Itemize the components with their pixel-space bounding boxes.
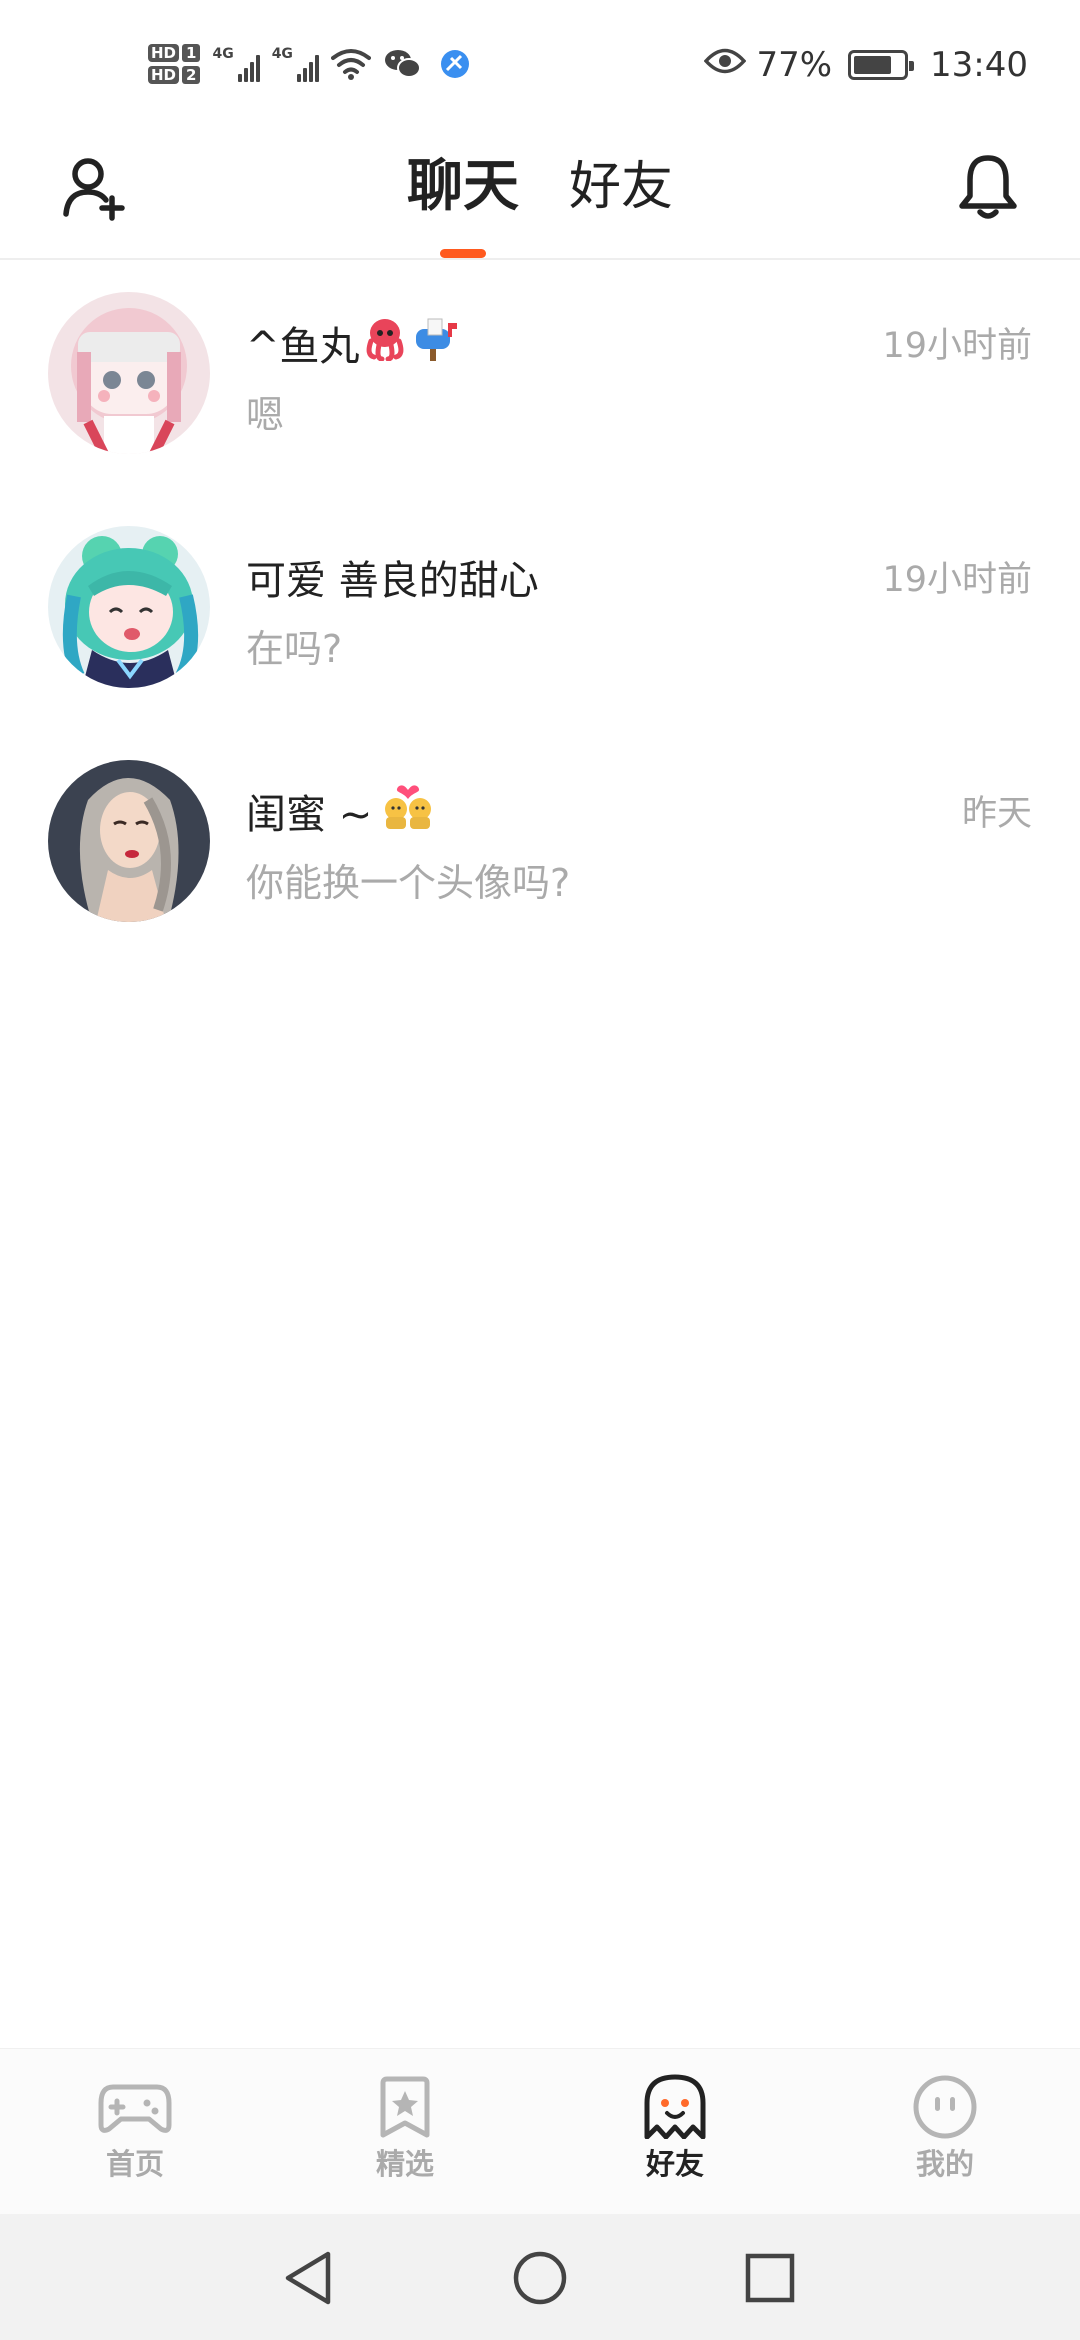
notification-button[interactable]	[952, 150, 1024, 222]
home-icon	[513, 2251, 567, 2305]
status-right: 77% 13:40	[704, 40, 1028, 90]
nav-label-me: 我的	[915, 2147, 974, 2181]
chat-preview: 在吗?	[246, 627, 343, 671]
recents-button[interactable]	[738, 2246, 802, 2310]
signal-icon: 4G	[212, 46, 260, 82]
smiley-icon	[913, 2075, 977, 2139]
chat-time: 19小时前	[882, 560, 1032, 600]
chat-time: 昨天	[961, 794, 1032, 834]
nav-label-home: 首页	[105, 2147, 164, 2181]
back-button[interactable]	[278, 2246, 342, 2310]
gamepad-icon	[98, 2084, 172, 2133]
hd-row-1: HD 1	[148, 44, 201, 62]
status-left: HD 1 HD 2 4G 4G	[148, 34, 475, 94]
status-bar: HD 1 HD 2 4G 4G 77% 13:40	[0, 0, 1080, 130]
active-tab-indicator	[439, 249, 486, 258]
hd-indicators: HD 1 HD 2	[148, 44, 201, 84]
battery-percent: 77%	[756, 45, 833, 85]
chat-list-item[interactable]: 闺蜜 ~ 你能换一个头像吗? 昨天	[0, 730, 1080, 964]
avatar[interactable]	[48, 526, 210, 688]
signal-icon: 4G	[272, 46, 319, 82]
avatar[interactable]	[48, 760, 210, 922]
chat-name: 可爱 善良的甜心	[246, 548, 539, 606]
chat-name-text: ^鱼丸	[246, 324, 360, 370]
chat-list-item[interactable]: ^鱼丸 嗯 19小时前	[0, 262, 1080, 496]
avatar[interactable]	[48, 292, 210, 454]
network-label: 4G	[212, 46, 234, 62]
screen: HD 1 HD 2 4G 4G 77% 13:40 聊天 好友 ^鱼丸 嗯 19…	[0, 0, 1080, 2340]
bottom-nav: 首页 精选 好友 我的	[0, 2048, 1080, 2214]
home-button[interactable]	[508, 2246, 572, 2310]
network-label: 4G	[271, 46, 293, 62]
sim-number: 1	[182, 44, 201, 62]
hd-row-2: HD 2	[148, 66, 201, 84]
active-nav-indicator	[644, 2179, 705, 2193]
tab-friends-label: 好友	[568, 157, 673, 217]
header: 聊天 好友	[0, 130, 1080, 260]
wechat-icon	[383, 44, 423, 84]
sim-number: 2	[182, 66, 201, 84]
recents-icon	[745, 2253, 795, 2303]
back-icon	[285, 2251, 331, 2305]
nav-item-home[interactable]: 首页	[55, 2073, 215, 2183]
nav-label-friends: 好友	[644, 2141, 705, 2193]
eye-comfort-icon	[704, 45, 747, 85]
hd-badge: HD	[148, 66, 180, 84]
star-bookmark-icon	[380, 2076, 430, 2138]
tab-chat[interactable]: 聊天	[405, 150, 521, 258]
nav-label-featured: 精选	[375, 2147, 434, 2181]
mailbox-icon	[410, 315, 458, 371]
nav-item-me[interactable]: 我的	[865, 2073, 1025, 2183]
couple-with-heart-icon	[382, 783, 434, 839]
nav-label-friends-text: 好友	[645, 2147, 704, 2181]
ghost-icon	[644, 2074, 706, 2139]
chat-list: ^鱼丸 嗯 19小时前 可爱 善良的甜心 在吗? 19小时前 闺蜜 ~ 你能换一…	[0, 262, 1080, 964]
chat-name: ^鱼丸	[246, 314, 458, 372]
clock: 13:40	[930, 45, 1028, 85]
battery-icon	[848, 50, 915, 80]
wifi-icon	[330, 44, 371, 84]
chat-preview: 嗯	[246, 393, 285, 437]
tab-chat-label: 聊天	[406, 154, 519, 219]
system-nav-bar	[0, 2214, 1080, 2340]
tab-friends[interactable]: 好友	[567, 150, 675, 224]
hd-badge: HD	[148, 44, 180, 62]
chat-name-text: 可爱 善良的甜心	[246, 558, 539, 604]
nav-item-friends[interactable]: 好友	[595, 2073, 755, 2193]
octopus-icon	[362, 315, 408, 371]
top-tabs: 聊天 好友	[0, 150, 1080, 258]
browser-icon	[435, 44, 475, 84]
chat-name: 闺蜜 ~	[246, 782, 434, 840]
chat-preview: 你能换一个头像吗?	[246, 861, 571, 905]
chat-name-text: 闺蜜 ~	[246, 792, 373, 838]
chat-time: 19小时前	[882, 326, 1032, 366]
nav-item-featured[interactable]: 精选	[325, 2073, 485, 2183]
bell-icon	[959, 155, 1017, 219]
chat-list-item[interactable]: 可爱 善良的甜心 在吗? 19小时前	[0, 496, 1080, 730]
battery-level-fill	[854, 56, 892, 74]
